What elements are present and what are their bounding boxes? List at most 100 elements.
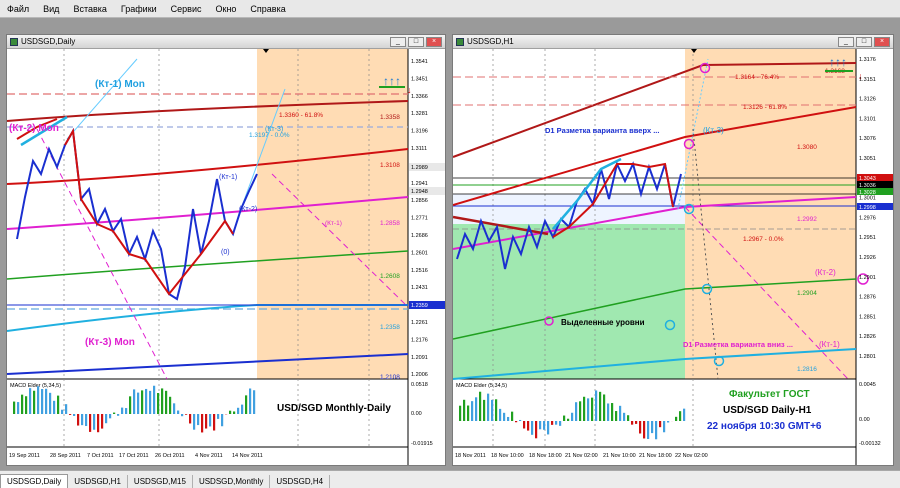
price-tick: 1.2601 [411,250,428,256]
caption-line3: 22 ноября 10:30 GMT+6 [707,420,822,432]
tab-usdsgd-monthly[interactable]: USDSGD,Monthly [193,475,271,488]
menu-file[interactable]: Файл [0,4,36,14]
macd-bar [209,414,212,427]
macd-bar [595,390,598,421]
macd-bar [73,414,76,416]
macd-bar [603,394,606,421]
price-tick: 1.2926 [859,255,876,261]
tab-usdsgd-h1[interactable]: USDSGD,H1 [68,475,128,488]
macd-max: 0.0045 [859,382,876,388]
x-tick: 26 Oct 2011 [155,453,185,459]
h1-chart[interactable]: D1 Разметка варианта вверх ... (Кт-3) D1… [452,49,893,465]
price-tick: 1.3151 [859,77,876,83]
window-title: USDSGD,H1 [467,37,514,46]
price-tick: 1.2826 [859,334,876,340]
macd-bar [607,403,610,421]
macd-bar [13,401,16,414]
price-tick: 1.2006 [411,372,428,378]
macd-bar [667,421,670,423]
window-titlebar[interactable]: USDSGD,H1 _ □ × [453,35,893,49]
x-tick: 18 Nov 18:00 [529,453,562,459]
macd-bar [679,411,682,421]
macd-bar [683,408,686,421]
macd-bar [125,408,128,414]
minimize-button[interactable]: _ [390,37,406,47]
macd-bar [25,396,28,414]
chart-window-daily[interactable]: USDSGD,Daily _ □ × (Кт-1) (Кт-1) Mon (Кт… [6,34,446,466]
arrow-signal-icons: ↑↑↑ [383,74,401,88]
macd-bar [165,390,168,414]
level-label: 1.2992 [797,216,817,223]
macd-bar [591,397,594,421]
macd-bar [93,414,96,430]
macd-bar [201,414,204,433]
menu-window[interactable]: Окно [209,4,244,14]
macd-bar [237,407,240,414]
macd-bar [33,390,36,414]
menu-insert[interactable]: Вставка [66,4,113,14]
macd-bar [21,394,24,414]
annotation-up: D1 Разметка варианта вверх ... [545,126,659,135]
level-label: 1.2904 [797,290,817,297]
macd-min: -0.00132 [859,441,881,447]
macd-bar [491,399,494,421]
menu-view[interactable]: Вид [36,4,66,14]
wave-label-kt1mon: (Кт-1) Mon [95,79,145,90]
window-titlebar[interactable]: USDSGD,Daily _ □ × [7,35,445,49]
level-label: 1.2108 [380,374,400,381]
macd-bar [177,410,180,414]
macd-bar [129,396,132,414]
tab-usdsgd-daily[interactable]: USDSGD,Daily [0,474,69,488]
tab-usdsgd-m15[interactable]: USDSGD,M15 [128,475,193,488]
maximize-button[interactable]: □ [408,37,424,47]
macd-bar [639,421,642,434]
chart-caption: USD/SGD Monthly-Daily [277,403,391,414]
macd-bar [523,421,526,429]
macd-bar [663,421,666,433]
chart-window-h1[interactable]: USDSGD,H1 _ □ × D1 Разметка варианта вве… [452,34,894,466]
price-tag: 1.2359 [411,303,428,309]
menu-charts[interactable]: Графики [114,4,164,14]
price-tick: 1.3176 [859,57,876,63]
macd-bar [575,402,578,421]
wave-label-kt2: (Кт-2) [239,206,257,213]
maximize-button[interactable]: □ [856,37,872,47]
level-label: 1.3358 [380,114,400,121]
close-button[interactable]: × [426,37,442,47]
macd-bar [221,414,224,427]
macd-bar [471,401,474,421]
macd-bar [109,414,112,419]
price-tick: 1.2431 [411,285,428,291]
x-tick: 18 Nov 2011 [455,453,486,459]
macd-bar [567,418,570,421]
price-tick: 1.2686 [411,233,428,239]
macd-bar [121,407,124,414]
macd-bar [467,405,470,421]
macd-zero: 0.00 [859,417,870,423]
annotation-kt2: (Кт-2) [815,268,836,277]
macd-bar [647,421,650,439]
menu-help[interactable]: Справка [243,4,292,14]
macd-max: 0.0518 [411,382,428,388]
macd-bar [169,396,172,414]
caption-line2: USD/SGD Daily-H1 [723,405,812,416]
price-tick: 1.3051 [859,156,876,162]
chart-tabs: USDSGD,Daily USDSGD,H1 USDSGD,M15 USDSGD… [0,470,900,488]
minimize-button[interactable]: _ [838,37,854,47]
tab-usdsgd-h4[interactable]: USDSGD,H4 [270,475,331,488]
macd-bar [615,411,618,421]
daily-chart[interactable]: (Кт-1) (Кт-1) Mon (Кт-2) Mon (Кт-3) Mon … [6,49,445,465]
macd-bar [543,421,546,430]
macd-bar [181,414,184,417]
macd-bar [651,421,654,434]
fib-label-618: 1.3360 - 61.8% [279,112,323,119]
macd-bar [185,414,188,415]
x-tick: 21 Nov 02:00 [565,453,598,459]
macd-bar [77,414,80,426]
fib-label-0: 1.3197 - 0.0% [249,132,290,139]
macd-bar [635,421,638,424]
price-tick: 1.3111 [411,146,427,152]
close-button[interactable]: × [874,37,890,47]
price-tick: 1.2941 [411,181,428,187]
menu-tools[interactable]: Сервис [164,4,209,14]
